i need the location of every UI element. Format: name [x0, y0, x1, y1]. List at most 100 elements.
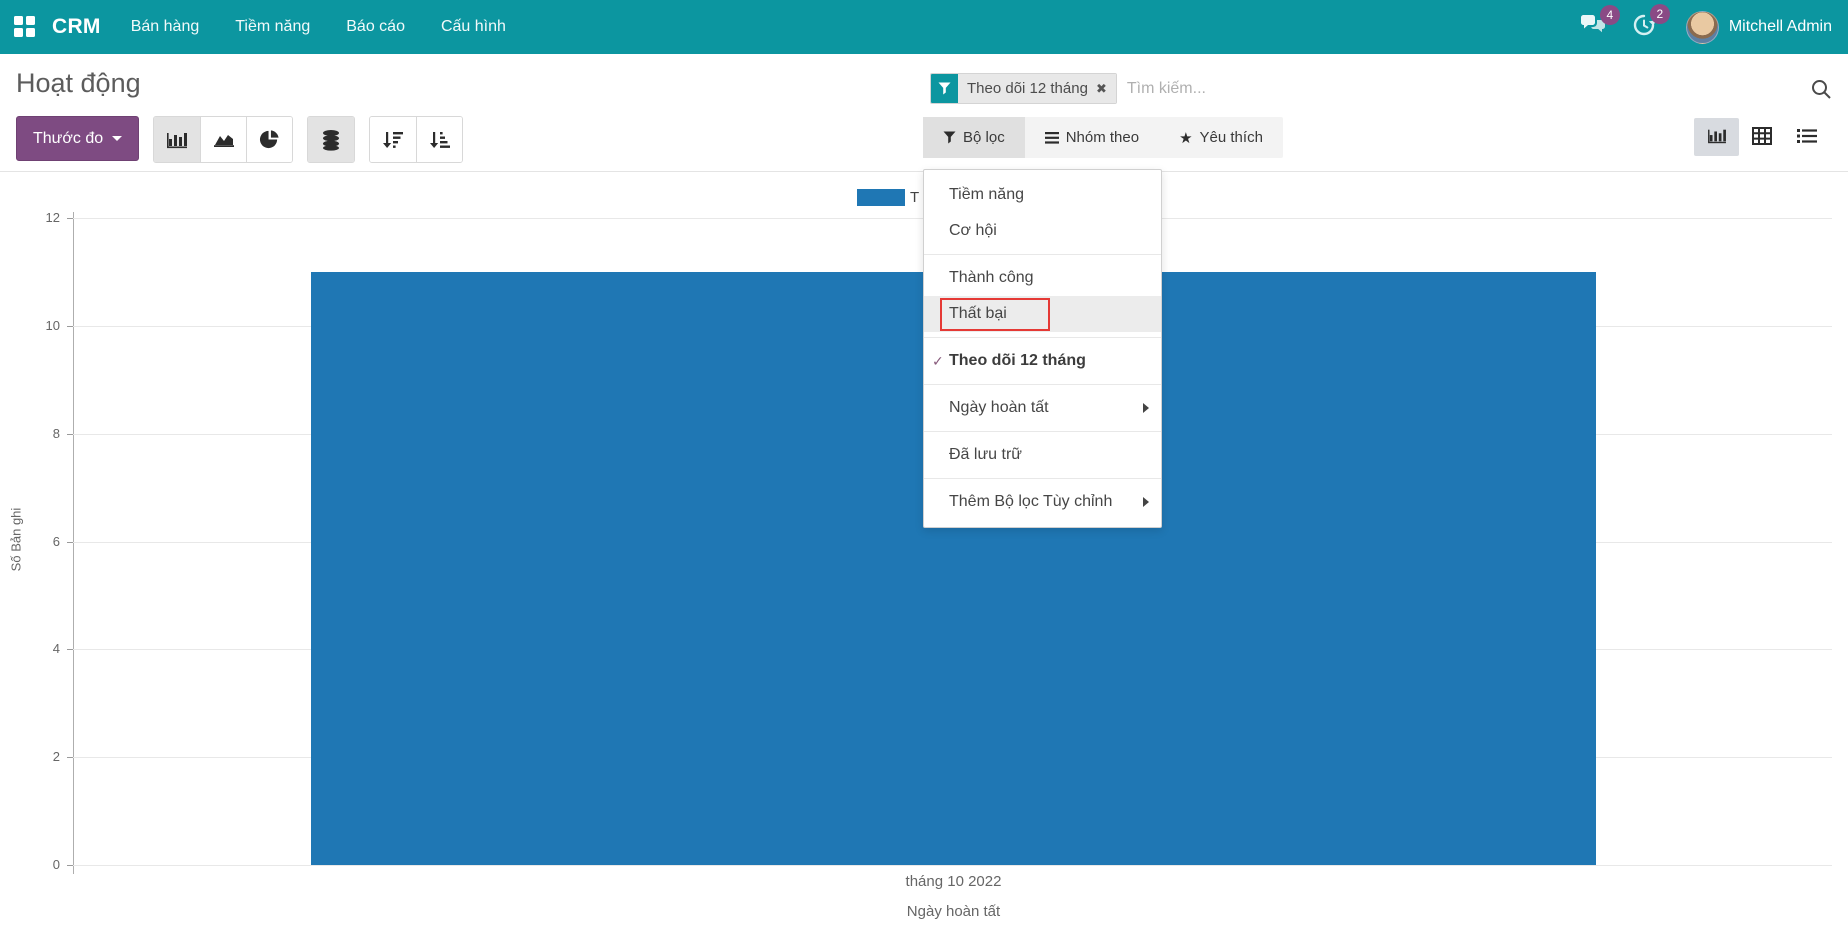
filters-button-label: Bộ lọc	[963, 129, 1005, 146]
list-view-button[interactable]	[1784, 118, 1829, 156]
search-icon[interactable]	[1810, 78, 1832, 100]
menu-divider	[924, 254, 1161, 255]
chevron-down-icon	[112, 136, 122, 141]
menu-item-label: Thành công	[949, 269, 1034, 287]
nav-item-leads[interactable]: Tiềm năng	[235, 18, 310, 36]
y-tick-label: 12	[8, 210, 60, 225]
user-name[interactable]: Mitchell Admin	[1729, 18, 1832, 36]
star-icon: ★	[1179, 129, 1192, 147]
nav-item-config[interactable]: Cấu hình	[441, 18, 506, 36]
y-tick-mark	[67, 218, 73, 219]
database-icon	[321, 129, 341, 151]
sort-group	[369, 116, 463, 163]
area-chart-icon	[213, 130, 235, 149]
menu-item-label: Ngày hoàn tất	[949, 399, 1049, 417]
messages-badge: 4	[1600, 5, 1620, 25]
filter-icon	[943, 131, 956, 144]
menu-item-label: Tiềm năng	[949, 186, 1024, 204]
measure-dropdown-button[interactable]: Thước đo	[16, 116, 139, 161]
y-tick-label: 4	[8, 641, 60, 656]
sort-asc-button[interactable]	[416, 117, 462, 162]
y-tick-label: 8	[8, 426, 60, 441]
highlight-red-box: Thất bại	[940, 298, 1050, 331]
view-switcher	[1694, 118, 1829, 156]
y-tick-mark	[67, 757, 73, 758]
facet-label: Theo dõi 12 tháng	[967, 80, 1088, 97]
menu-item-co-hoi[interactable]: Cơ hội	[924, 213, 1161, 249]
menu-divider	[924, 337, 1161, 338]
chart-type-group	[153, 116, 293, 163]
bars-icon	[1045, 132, 1059, 144]
search-options-toolbar: Bộ lọc Nhóm theo ★ Yêu thích	[923, 117, 1283, 158]
app-brand[interactable]: CRM	[52, 15, 101, 39]
y-tick-mark	[67, 649, 73, 650]
menu-item-tiem-nang[interactable]: Tiềm năng	[924, 177, 1161, 213]
menu-item-that-bai[interactable]: Thất bại	[924, 296, 1161, 332]
menu-item-da-luu-tru[interactable]: Đã lưu trữ	[924, 437, 1161, 473]
y-tick-mark	[67, 542, 73, 543]
y-tick-mark	[67, 865, 73, 866]
favorites-button[interactable]: ★ Yêu thích	[1159, 117, 1283, 158]
y-tick-label: 0	[8, 857, 60, 872]
check-icon: ✓	[932, 353, 944, 370]
group-by-button[interactable]: Nhóm theo	[1025, 117, 1159, 158]
sort-amount-desc-icon	[382, 130, 404, 149]
filters-button[interactable]: Bộ lọc	[923, 117, 1025, 158]
x-tick-label: tháng 10 2022	[311, 873, 1596, 890]
y-tick-label: 2	[8, 749, 60, 764]
menu-item-ngay-hoan-tat[interactable]: Ngày hoàn tất	[924, 390, 1161, 426]
apps-menu-icon[interactable]	[14, 16, 36, 38]
menu-item-thanh-cong[interactable]: Thành công	[924, 260, 1161, 296]
submenu-caret-icon	[1143, 403, 1149, 413]
submenu-caret-icon	[1143, 497, 1149, 507]
graph-view-button[interactable]	[1694, 118, 1739, 156]
menu-item-label: Thêm Bộ lọc Tùy chỉnh	[949, 493, 1112, 511]
menu-item-label: Cơ hội	[949, 222, 997, 240]
activities-button[interactable]: 2	[1632, 13, 1656, 42]
menu-divider	[924, 431, 1161, 432]
legend-label: T	[910, 189, 919, 206]
pie-chart-icon	[259, 129, 280, 150]
nav-item-reports[interactable]: Báo cáo	[346, 18, 405, 36]
list-icon	[1797, 128, 1817, 147]
legend-swatch	[857, 189, 905, 206]
y-tick-label: 10	[8, 318, 60, 333]
measure-button-label: Thước đo	[33, 130, 103, 148]
menu-item-theo-doi-12-thang[interactable]: ✓ Theo dõi 12 tháng	[924, 343, 1161, 379]
bar-chart-button[interactable]	[154, 117, 200, 162]
stacked-toggle-group	[307, 116, 355, 163]
user-avatar[interactable]	[1686, 11, 1719, 44]
messages-button[interactable]: 4	[1580, 14, 1606, 40]
x-axis-title: Ngày hoàn tất	[311, 903, 1596, 920]
y-tick-mark	[67, 434, 73, 435]
area-chart-button[interactable]	[200, 117, 246, 162]
menu-item-label: Đã lưu trữ	[949, 446, 1022, 464]
y-tick-mark	[67, 326, 73, 327]
search-input[interactable]	[1127, 80, 1802, 98]
y-tick-label: 6	[8, 534, 60, 549]
menu-item-them-bo-loc-tuy-chinh[interactable]: Thêm Bộ lọc Tùy chỉnh	[924, 484, 1161, 520]
gridline	[73, 865, 1832, 866]
stacked-button[interactable]	[308, 117, 354, 162]
search-facet[interactable]: Theo dõi 12 tháng ✖	[930, 73, 1117, 104]
menu-divider	[924, 384, 1161, 385]
activities-badge: 2	[1650, 4, 1670, 24]
facet-remove-icon[interactable]: ✖	[1096, 81, 1107, 97]
chart-legend[interactable]: T	[857, 189, 919, 206]
table-grid-icon	[1752, 127, 1772, 148]
pivot-view-button[interactable]	[1739, 118, 1784, 156]
sort-amount-asc-icon	[429, 130, 451, 149]
menu-divider	[924, 478, 1161, 479]
bar-chart-icon	[166, 130, 188, 149]
control-panel: Hoạt động Thước đo	[0, 54, 1848, 172]
sort-desc-button[interactable]	[370, 117, 416, 162]
group-by-button-label: Nhóm theo	[1066, 129, 1139, 146]
y-axis-line	[73, 212, 74, 874]
top-navbar: CRM Bán hàng Tiềm năng Báo cáo Cấu hình …	[0, 0, 1848, 54]
nav-item-sales[interactable]: Bán hàng	[131, 18, 200, 36]
bar-chart-icon	[1707, 127, 1727, 147]
search-bar: Theo dõi 12 tháng ✖	[930, 73, 1832, 104]
page-title: Hoạt động	[16, 68, 141, 99]
pie-chart-button[interactable]	[246, 117, 292, 162]
filters-dropdown-menu: Tiềm năng Cơ hội Thành công Thất bại ✓ T…	[923, 169, 1162, 528]
